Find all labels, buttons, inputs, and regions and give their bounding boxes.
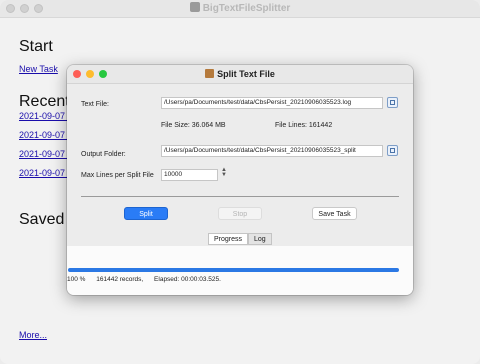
dialog-close-button[interactable]	[73, 70, 81, 78]
text-file-label: Text File:	[81, 101, 110, 108]
minimize-window-button[interactable]	[20, 4, 29, 13]
tab-bar: Progress Log	[208, 233, 272, 245]
chevron-down-icon[interactable]: ▼	[221, 172, 227, 178]
max-lines-input[interactable]: 10000	[161, 169, 218, 181]
calendar-icon	[390, 148, 395, 153]
window-controls	[6, 4, 43, 13]
recent-item-4[interactable]: 2021-09-07 1	[19, 168, 73, 178]
split-button[interactable]: Split	[124, 207, 168, 220]
recent-heading: Recent	[19, 93, 70, 110]
stop-button[interactable]: Stop	[218, 207, 262, 220]
output-folder-label: Output Folder:	[81, 151, 126, 158]
app-icon	[189, 2, 200, 12]
close-window-button[interactable]	[6, 4, 15, 13]
main-window-title: BigTextFileSplitter	[202, 3, 291, 14]
browse-folder-button[interactable]	[387, 145, 398, 156]
dialog-minimize-button[interactable]	[86, 70, 94, 78]
recent-item-2[interactable]: 2021-09-07 1	[19, 130, 73, 140]
file-size-text: File Size: 36.064 MB	[161, 122, 226, 129]
tab-log[interactable]: Log	[248, 233, 272, 245]
output-folder-input[interactable]: /Users/pa/Documents/test/data/CbsPersist…	[161, 145, 383, 157]
status-line: 100 % 161442 records, Elapsed: 00:00:03.…	[67, 276, 230, 283]
new-task-link[interactable]: New Task	[19, 64, 58, 74]
dialog-zoom-button[interactable]	[99, 70, 107, 78]
start-heading: Start	[19, 38, 53, 55]
dialog-window-controls	[73, 70, 107, 78]
dialog-titlebar: Split Text File	[67, 65, 413, 84]
recent-item-3[interactable]: 2021-09-07 1	[19, 149, 73, 159]
elapsed-time: Elapsed: 00:00:03.525.	[154, 276, 221, 283]
tab-progress[interactable]: Progress	[208, 233, 249, 245]
dialog-title: Split Text File	[217, 69, 275, 79]
progress-bar	[68, 268, 399, 272]
divider	[81, 196, 399, 197]
browse-file-button[interactable]	[387, 97, 398, 108]
progress-percent: 100 %	[67, 276, 86, 283]
max-lines-stepper[interactable]: ▲ ▼	[221, 167, 227, 178]
main-titlebar: BigTextFileSplitter	[0, 0, 480, 18]
text-file-input[interactable]: /Users/pa/Documents/test/data/CbsPersist…	[161, 97, 383, 109]
more-link[interactable]: More...	[19, 330, 47, 340]
zoom-window-button[interactable]	[34, 4, 43, 13]
recent-item-1[interactable]: 2021-09-07 1	[19, 111, 73, 121]
split-dialog: Split Text File Text File: /Users/pa/Doc…	[67, 65, 413, 295]
calendar-icon	[390, 100, 395, 105]
progress-panel: 100 % 161442 records, Elapsed: 00:00:03.…	[67, 246, 413, 295]
file-lines-text: File Lines: 161442	[275, 122, 333, 129]
split-file-icon	[205, 69, 215, 78]
save-task-button[interactable]: Save Task	[312, 207, 357, 220]
records-count: 161442 records,	[96, 276, 144, 283]
max-lines-label: Max Lines per Split File	[81, 172, 154, 179]
